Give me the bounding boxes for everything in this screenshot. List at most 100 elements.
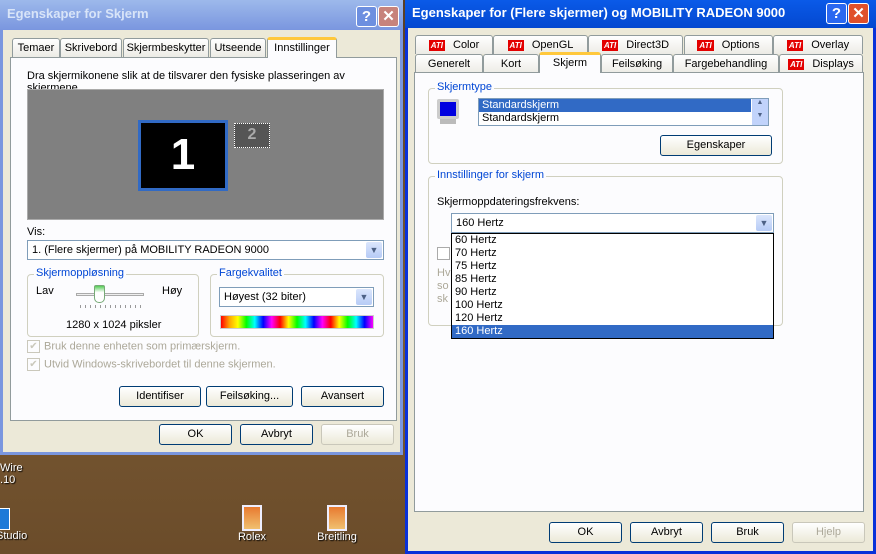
refresh-option-90[interactable]: 90 Hertz <box>452 286 773 299</box>
help-button[interactable]: ? <box>356 6 377 27</box>
ati-logo-icon: ATI <box>601 40 619 51</box>
monitor-properties-button[interactable]: Egenskaper <box>660 135 772 156</box>
refresh-option-75[interactable]: 75 Hertz <box>452 260 773 273</box>
tab-fargebehandling[interactable]: Fargebehandling <box>673 54 779 73</box>
refresh-option-70[interactable]: 70 Hertz <box>452 247 773 260</box>
color-quality-group: Fargekvalitet Høyest (32 biter) ▼ <box>210 267 384 337</box>
refresh-option-120[interactable]: 120 Hertz <box>452 312 773 325</box>
refresh-rate-select[interactable]: 160 Hertz ▼ <box>451 213 774 233</box>
image-file-icon <box>327 505 347 531</box>
checkbox-label: Bruk denne enheten som primærskjerm. <box>44 340 241 353</box>
cancel-button[interactable]: Avbryt <box>630 522 703 543</box>
desktop-icon-label: Rolex <box>237 531 267 543</box>
ati-logo-icon: ATI <box>788 59 805 70</box>
app-icon <box>0 508 10 530</box>
desktop-icon-rolex[interactable]: Rolex <box>232 505 272 543</box>
monitor-1[interactable]: 1 <box>138 120 228 191</box>
monitor-list-item[interactable]: Standardskjerm <box>479 99 751 112</box>
title-bar: Egenskaper for (Flere skjermer) og MOBIL… <box>405 0 876 28</box>
monitor-list-item[interactable]: Standardskjerm <box>479 112 751 125</box>
adapter-properties-dialog: Egenskaper for (Flere skjermer) og MOBIL… <box>405 0 876 554</box>
refresh-option-85[interactable]: 85 Hertz <box>452 273 773 286</box>
tab-utseende[interactable]: Utseende <box>210 38 266 57</box>
primary-display-checkbox[interactable]: ✔ Bruk denne enheten som primærskjerm. <box>27 340 240 353</box>
desktop-icon-label: Studio <box>0 530 28 542</box>
tab-label: Color <box>453 39 480 51</box>
monitor-settings-legend: Innstillinger for skjerm <box>435 169 546 181</box>
display-properties-dialog: Egenskaper for Skjerm ? ✕ Temaer Skriveb… <box>0 0 403 455</box>
color-quality-value: Høyest (32 biter) <box>224 291 306 303</box>
display-select[interactable]: 1. (Flere skjermer) på MOBILITY RADEON 9… <box>27 240 384 260</box>
troubleshoot-button[interactable]: Feilsøking... <box>206 386 293 407</box>
color-quality-legend: Fargekvalitet <box>217 267 284 279</box>
monitor-type-legend: Skjermtype <box>435 81 495 93</box>
chevron-down-icon: ▼ <box>756 215 772 231</box>
apply-button[interactable]: Bruk <box>321 424 394 445</box>
desktop-icon-breitling[interactable]: Breitling <box>312 505 362 543</box>
desktop-icon-label: Breitling <box>317 531 357 543</box>
scroll-down-button[interactable]: ▼ <box>752 112 768 125</box>
refresh-option-100[interactable]: 100 Hertz <box>452 299 773 312</box>
desktop-icon-wire[interactable]: Wire .10 <box>0 462 23 486</box>
checkbox-checked-icon: ✔ <box>27 358 40 371</box>
resolution-slider-thumb[interactable] <box>94 285 105 303</box>
cancel-button[interactable]: Avbryt <box>240 424 313 445</box>
desktop-icon-studio[interactable]: Studio <box>0 508 36 542</box>
monitor-list[interactable]: Standardskjerm Standardskjerm ▲ ▼ <box>478 98 769 126</box>
refresh-option-60[interactable]: 60 Hertz <box>452 234 773 247</box>
tab-label: Direct3D <box>626 39 670 51</box>
tab-temaer[interactable]: Temaer <box>12 38 60 57</box>
identify-button[interactable]: Identifiser <box>119 386 201 407</box>
tab-color[interactable]: ATI Color <box>415 35 493 54</box>
refresh-rate-dropdown-list: 60 Hertz 70 Hertz 75 Hertz 85 Hertz 90 H… <box>451 233 774 339</box>
title-bar: Egenskaper for Skjerm <box>0 0 403 30</box>
tab-options[interactable]: ATI Options <box>684 35 773 54</box>
tab-skjermbeskytter[interactable]: Skjermbeskytter <box>123 38 209 57</box>
tab-label: Options <box>721 39 760 51</box>
refresh-option-160[interactable]: 160 Hertz <box>452 325 773 338</box>
chevron-down-icon: ▼ <box>366 242 382 258</box>
resolution-slider-track[interactable] <box>76 293 144 296</box>
tab-skjerm[interactable]: Skjerm <box>539 52 601 73</box>
help-button[interactable]: ? <box>826 3 847 24</box>
tab-label: OpenGL <box>531 39 574 51</box>
close-button[interactable]: ✕ <box>378 6 399 27</box>
monitor-stand-icon <box>440 119 456 124</box>
resolution-legend: Skjermoppløsning <box>34 267 127 279</box>
hidden-checkbox[interactable] <box>437 247 450 260</box>
tab-kort[interactable]: Kort <box>483 54 539 73</box>
tab-direct3d[interactable]: ATI Direct3D <box>588 35 683 54</box>
tab-overlay[interactable]: ATI Overlay <box>773 35 863 54</box>
advanced-button[interactable]: Avansert <box>301 386 384 407</box>
monitor-type-group: Skjermtype Standardskjerm Standardskjerm… <box>428 81 783 164</box>
monitor-1-number: 1 <box>170 130 196 179</box>
tab-displays[interactable]: ATI Displays <box>779 54 863 73</box>
ati-logo-icon: ATI <box>786 40 804 51</box>
apply-button[interactable]: Bruk <box>711 522 784 543</box>
tab-innstillinger[interactable]: Innstillinger <box>267 37 337 58</box>
monitor-2[interactable]: 2 <box>234 123 270 148</box>
resolution-value: 1280 x 1024 piksler <box>66 319 162 331</box>
settings-panel: Dra skjermikonene slik at de tilsvarer d… <box>10 57 397 421</box>
monitor-icon <box>437 99 459 119</box>
tab-skrivebord[interactable]: Skrivebord <box>60 38 122 57</box>
tab-label: Displays <box>812 58 854 70</box>
ok-button[interactable]: OK <box>549 522 622 543</box>
help-footer-button[interactable]: Hjelp <box>792 522 865 543</box>
desktop-icon-label: .10 <box>0 474 16 486</box>
color-quality-select[interactable]: Høyest (32 biter) ▼ <box>219 287 374 307</box>
chevron-down-icon: ▼ <box>356 289 372 305</box>
tab-feilsoking[interactable]: Feilsøking <box>601 54 673 73</box>
high-label: Høy <box>162 285 183 297</box>
image-file-icon <box>242 505 262 531</box>
monitor-2-number: 2 <box>247 126 257 143</box>
close-button[interactable]: ✕ <box>848 3 869 24</box>
ati-logo-icon: ATI <box>697 40 714 51</box>
tab-generelt[interactable]: Generelt <box>415 54 483 73</box>
vis-label: Vis: <box>27 226 46 238</box>
low-label: Lav <box>36 285 54 297</box>
extend-desktop-checkbox[interactable]: ✔ Utvid Windows-skrivebordet til denne sk… <box>27 358 276 371</box>
scroll-up-button[interactable]: ▲ <box>752 99 768 112</box>
window-title: Egenskaper for (Flere skjermer) og MOBIL… <box>412 5 786 20</box>
ok-button[interactable]: OK <box>159 424 232 445</box>
